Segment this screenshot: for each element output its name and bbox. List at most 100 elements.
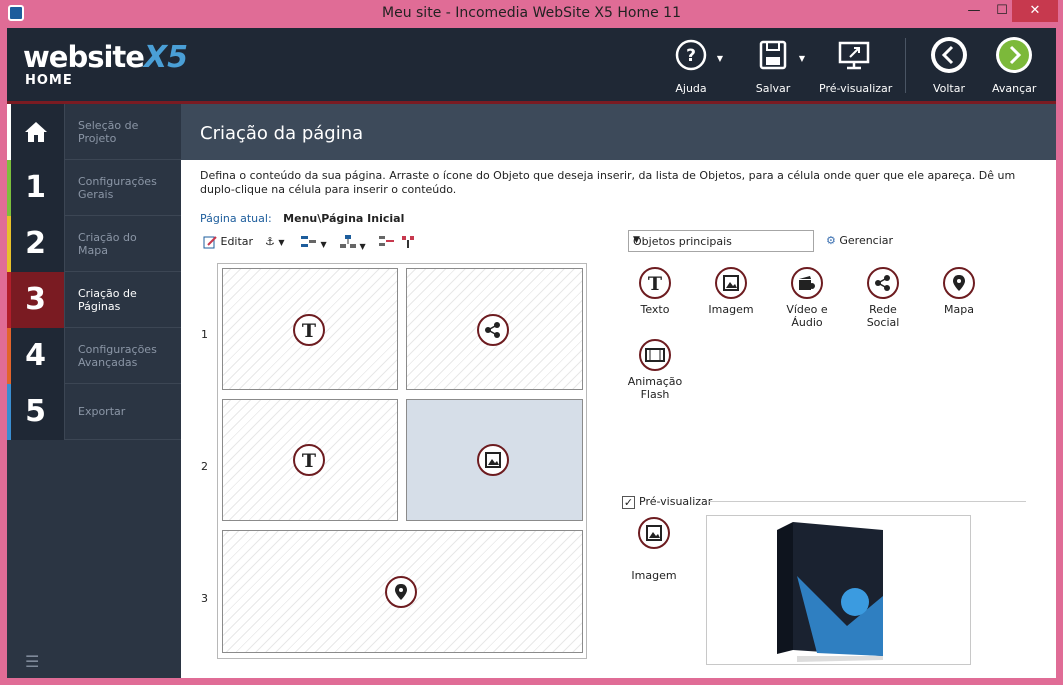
step-label: Configurações Avançadas bbox=[78, 343, 157, 369]
instructions-text: Defina o conteúdo da sua página. Arraste… bbox=[200, 169, 1016, 196]
step-number: 1 bbox=[7, 160, 65, 216]
next-label: Avançar bbox=[992, 82, 1037, 95]
step-number: 2 bbox=[7, 216, 65, 272]
align-icon bbox=[301, 236, 317, 250]
step-number: 3 bbox=[7, 272, 65, 328]
object-category-select[interactable]: Objetos principais ▼ bbox=[628, 230, 814, 252]
minimize-button[interactable]: — bbox=[960, 0, 988, 22]
help-button[interactable]: ? ▼ Ajuda bbox=[671, 38, 723, 95]
save-dropdown-icon[interactable]: ▼ bbox=[799, 54, 805, 63]
step-export[interactable]: 5 Exportar bbox=[7, 384, 181, 440]
object-image[interactable]: Imagem bbox=[701, 267, 761, 316]
monitor-icon bbox=[837, 38, 871, 72]
svg-text:?: ? bbox=[686, 46, 696, 66]
product-box-image bbox=[777, 522, 883, 662]
back-arrow-icon bbox=[930, 36, 968, 74]
preview-image-box bbox=[706, 515, 971, 665]
step-label: Criação de Páginas bbox=[78, 287, 137, 313]
row-label: 2 bbox=[201, 460, 208, 473]
preview-object: Imagem bbox=[624, 517, 684, 582]
next-button[interactable]: Avançar bbox=[992, 37, 1037, 95]
map-pin-icon bbox=[943, 267, 975, 299]
move-button[interactable] bbox=[379, 235, 395, 253]
step-map-creation[interactable]: 2 Criação do Mapa bbox=[7, 216, 181, 272]
video-icon bbox=[791, 267, 823, 299]
object-label: Áudio bbox=[791, 316, 823, 329]
page-layout-grid: T T bbox=[217, 263, 587, 659]
logo-text: website bbox=[23, 40, 145, 74]
text-icon: T bbox=[639, 267, 671, 299]
manage-label: Gerenciar bbox=[839, 234, 894, 247]
collapse-sidebar-icon[interactable]: ☰ bbox=[25, 652, 39, 671]
step-project-selection[interactable]: Seleção de Projeto bbox=[7, 104, 181, 160]
object-flash-animation[interactable]: Animação Flash bbox=[625, 339, 685, 401]
merge-button[interactable] bbox=[401, 235, 415, 253]
svg-text:T: T bbox=[302, 320, 316, 340]
help-dropdown-icon[interactable]: ▼ bbox=[717, 54, 723, 63]
object-label: Vídeo e bbox=[786, 303, 828, 316]
step-label: Seleção de Projeto bbox=[78, 119, 139, 145]
preview-checkbox-label: Pré-visualizar bbox=[639, 495, 713, 508]
svg-text:T: T bbox=[648, 273, 662, 293]
share-object-icon bbox=[477, 314, 509, 346]
object-social-network[interactable]: Rede Social bbox=[853, 267, 913, 329]
object-label: Texto bbox=[640, 303, 670, 316]
layout-cell[interactable]: T bbox=[222, 399, 398, 521]
manage-button[interactable]: ⚙ Gerenciar bbox=[826, 234, 893, 247]
current-page-value: Menu\Página Inicial bbox=[283, 212, 405, 225]
film-icon bbox=[639, 339, 671, 371]
gears-icon: ⚙ bbox=[826, 234, 836, 247]
step-label: Criação do Mapa bbox=[78, 231, 137, 257]
preview-label: Pré-visualizar bbox=[819, 82, 893, 95]
save-button[interactable]: ▼ Salvar bbox=[753, 38, 805, 95]
save-icon bbox=[756, 38, 790, 72]
preview-checkbox[interactable]: ✓ Pré-visualizar bbox=[622, 495, 712, 509]
chevron-down-icon: ▼ bbox=[633, 235, 640, 245]
object-text[interactable]: T Texto bbox=[625, 267, 685, 316]
home-icon bbox=[7, 104, 65, 160]
anchor-button[interactable]: ⚓ ▼ bbox=[265, 235, 285, 253]
page-title: Criação da página bbox=[200, 123, 364, 144]
layout-cell[interactable]: T bbox=[222, 268, 398, 390]
logo-x5: X5 bbox=[143, 40, 188, 75]
object-label: Social bbox=[866, 316, 900, 329]
edit-label: Editar bbox=[220, 235, 254, 248]
text-object-icon: T bbox=[293, 444, 325, 476]
step-page-creation[interactable]: 3 Criação de Páginas bbox=[7, 272, 181, 328]
separator bbox=[709, 501, 1026, 502]
text-object-icon: T bbox=[293, 314, 325, 346]
step-number: 4 bbox=[7, 328, 65, 384]
align-button[interactable]: ▼ bbox=[301, 235, 327, 253]
close-button[interactable]: ✕ bbox=[1012, 0, 1058, 22]
logo-home: HOME bbox=[25, 73, 73, 88]
save-label: Salvar bbox=[755, 82, 791, 95]
back-button[interactable]: Voltar bbox=[929, 36, 969, 95]
structure-icon bbox=[340, 235, 356, 252]
layout-cell[interactable] bbox=[406, 268, 583, 390]
main-content: Criação da página Defina o conteúdo da s… bbox=[181, 104, 1056, 678]
checkbox-check-icon[interactable]: ✓ bbox=[622, 495, 635, 509]
object-video-audio[interactable]: Vídeo e Áudio bbox=[777, 267, 837, 329]
preview-button[interactable]: Pré-visualizar bbox=[819, 38, 893, 95]
image-object-icon bbox=[477, 444, 509, 476]
step-advanced-settings[interactable]: 4 Configurações Avançadas bbox=[7, 328, 181, 384]
row-label: 1 bbox=[201, 328, 208, 341]
step-color-bar bbox=[7, 272, 11, 328]
svg-text:T: T bbox=[302, 450, 316, 470]
edit-button[interactable]: Editar bbox=[203, 235, 253, 253]
window-title: Meu site - Incomedia WebSite X5 Home 11 bbox=[382, 5, 681, 21]
merge-icon bbox=[401, 236, 415, 252]
back-label: Voltar bbox=[932, 82, 966, 95]
step-color-bar bbox=[7, 328, 11, 384]
structure-button[interactable]: ▼ bbox=[340, 235, 366, 253]
share-icon bbox=[867, 267, 899, 299]
step-color-bar bbox=[7, 216, 11, 272]
steps-sidebar: Seleção de Projeto 1 Configurações Gerais … bbox=[7, 104, 181, 678]
app-logo: websiteX5 HOME bbox=[23, 40, 188, 88]
layout-cell-selected[interactable] bbox=[406, 399, 583, 521]
map-object-icon bbox=[385, 576, 417, 608]
step-label: Exportar bbox=[78, 405, 126, 418]
step-general-settings[interactable]: 1 Configurações Gerais bbox=[7, 160, 181, 216]
layout-cell[interactable] bbox=[222, 530, 583, 653]
object-map[interactable]: Mapa bbox=[929, 267, 989, 316]
